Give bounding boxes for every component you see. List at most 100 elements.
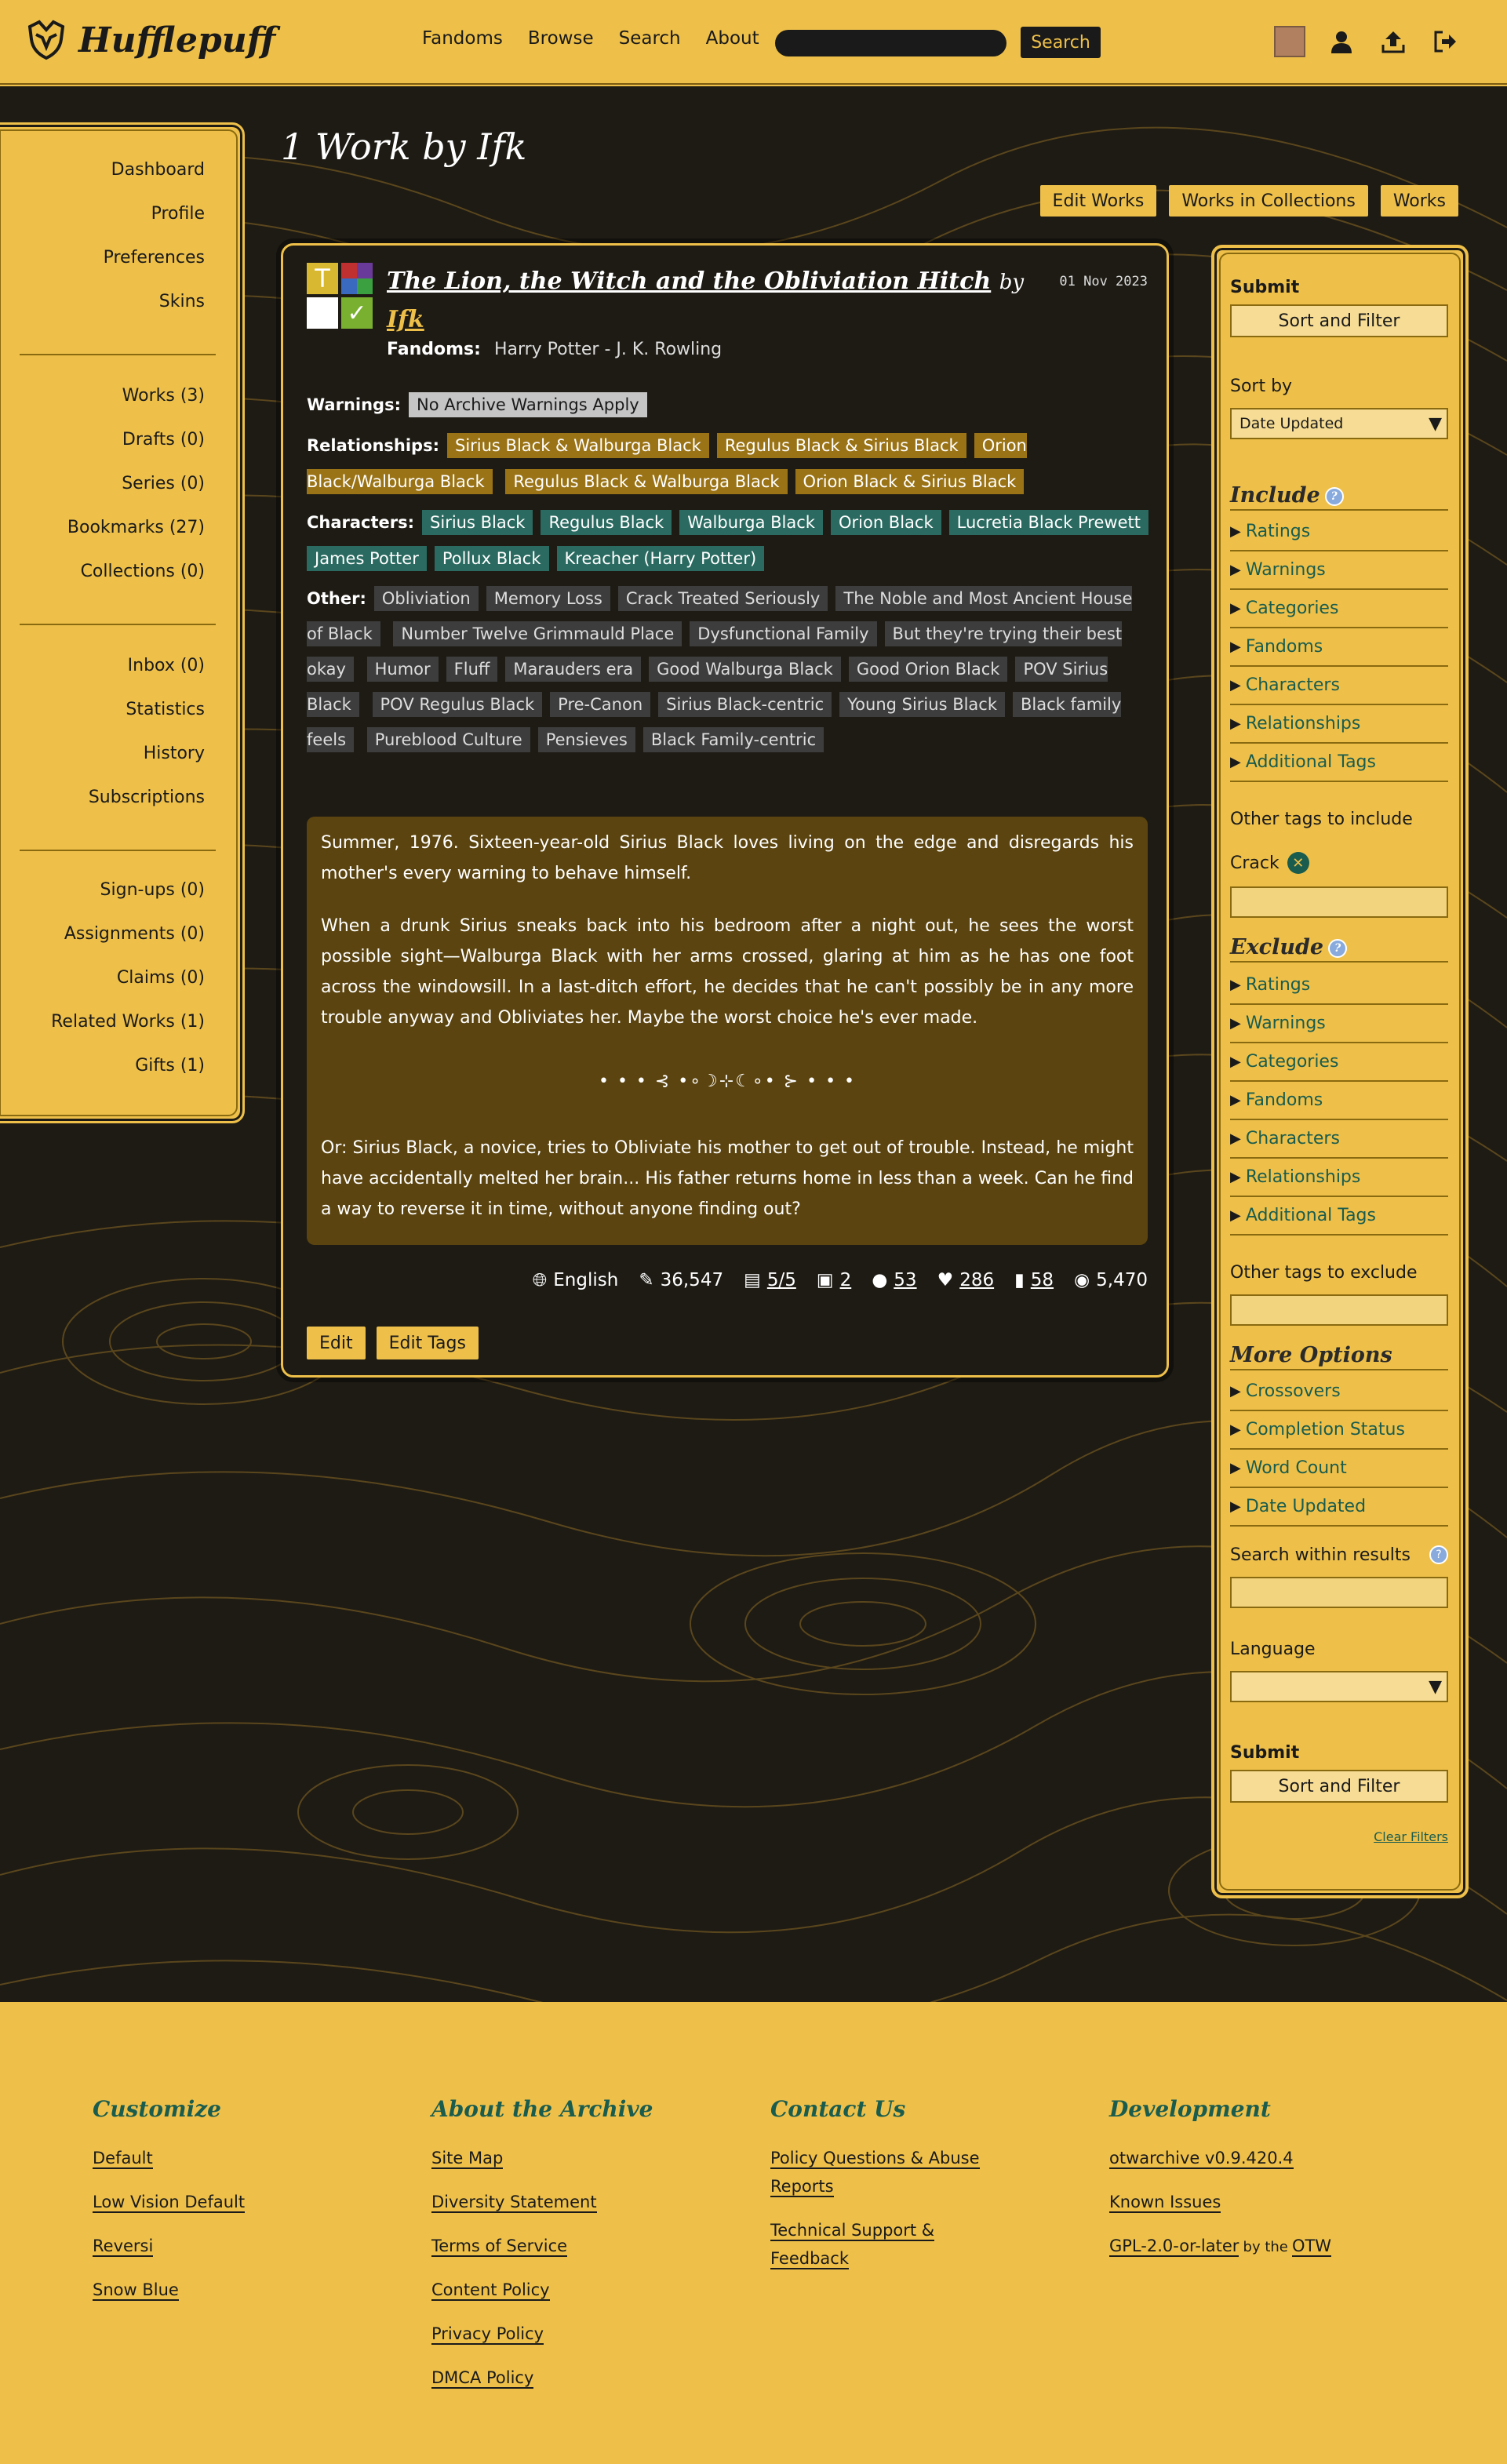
freeform-tag[interactable]: Marauders era <box>505 657 642 682</box>
character-tag[interactable]: Orion Black <box>830 510 941 535</box>
include-warnings[interactable]: ▶ Warnings <box>1230 551 1448 590</box>
complete-icon[interactable]: ✓ <box>341 297 373 329</box>
author-link[interactable]: Ifk <box>387 306 424 333</box>
exclude-additional-tags[interactable]: ▶ Additional Tags <box>1230 1197 1448 1236</box>
chapters-value[interactable]: 5/5 <box>767 1270 796 1290</box>
kudos-value[interactable]: 286 <box>959 1270 994 1290</box>
include-additional-tags[interactable]: ▶ Additional Tags <box>1230 744 1448 782</box>
freeform-tag[interactable]: Sirius Black-centric <box>658 692 832 717</box>
freeform-tag[interactable]: Black Family-centric <box>642 727 824 752</box>
sidebar-item-related-works[interactable]: Related Works (1) <box>51 1000 205 1044</box>
license-link[interactable]: GPL-2.0-or-later <box>1109 2237 1239 2257</box>
collections-value[interactable]: 2 <box>840 1270 852 1290</box>
known-issues-link[interactable]: Known Issues <box>1109 2193 1221 2213</box>
nav-about[interactable]: About <box>706 28 759 49</box>
no-warnings-icon[interactable] <box>307 297 338 329</box>
sidebar-item-subscriptions[interactable]: Subscriptions <box>89 776 205 820</box>
help-icon[interactable]: ? <box>1324 486 1344 506</box>
sidebar-item-signups[interactable]: Sign-ups (0) <box>51 868 205 912</box>
exclude-characters[interactable]: ▶ Characters <box>1230 1120 1448 1159</box>
character-tag[interactable]: James Potter <box>307 546 427 571</box>
exclude-tags-input[interactable] <box>1230 1294 1448 1326</box>
rating-teen-icon[interactable]: T <box>307 263 338 294</box>
freeform-tag[interactable]: Dysfunctional Family <box>690 621 877 646</box>
sidebar-item-drafts[interactable]: Drafts (0) <box>67 418 205 462</box>
sidebar-item-gifts[interactable]: Gifts (1) <box>51 1044 205 1088</box>
language-select[interactable]: ▼ <box>1230 1671 1448 1702</box>
skin-reversi-link[interactable]: Reversi <box>93 2237 154 2257</box>
freeform-tag[interactable]: Crack Treated Seriously <box>617 586 828 611</box>
sidebar-item-bookmarks[interactable]: Bookmarks (27) <box>67 506 205 550</box>
help-icon[interactable]: ? <box>1429 1545 1448 1564</box>
otwarchive-version-link[interactable]: otwarchive v0.9.420.4 <box>1109 2149 1294 2169</box>
freeform-tag[interactable]: Pensieves <box>537 727 635 752</box>
sidebar-item-claims[interactable]: Claims (0) <box>51 956 205 1000</box>
freeform-tag[interactable]: Humor <box>366 657 439 682</box>
avatar[interactable] <box>1274 26 1305 57</box>
freeform-tag[interactable]: Fluff <box>446 657 498 682</box>
freeform-tag[interactable]: Young Sirius Black <box>839 692 1006 717</box>
clear-filters-link[interactable]: Clear Filters <box>1374 1829 1448 1844</box>
crossovers-filter[interactable]: ▶ Crossovers <box>1230 1373 1448 1411</box>
include-tags-input[interactable] <box>1230 886 1448 918</box>
sidebar-item-preferences[interactable]: Preferences <box>104 236 205 280</box>
sidebar-item-dashboard[interactable]: Dashboard <box>104 148 205 192</box>
work-title-link[interactable]: The Lion, the Witch and the Obliviation … <box>387 268 991 295</box>
sidebar-item-statistics[interactable]: Statistics <box>89 688 205 732</box>
edit-tags-button[interactable]: Edit Tags <box>376 1327 479 1359</box>
freeform-tag[interactable]: Good Walburga Black <box>649 657 841 682</box>
sidebar-item-series[interactable]: Series (0) <box>67 462 205 506</box>
exclude-warnings[interactable]: ▶ Warnings <box>1230 1005 1448 1043</box>
logout-icon[interactable] <box>1429 26 1461 57</box>
edit-button[interactable]: Edit <box>307 1327 366 1359</box>
freeform-tag[interactable]: Obliviation <box>373 586 479 611</box>
remove-tag-icon[interactable]: ✕ <box>1287 852 1309 874</box>
works-in-collections-button[interactable]: Works in Collections <box>1169 185 1368 217</box>
sort-filter-button[interactable]: Sort and Filter <box>1230 304 1448 337</box>
skin-snow-blue-link[interactable]: Snow Blue <box>93 2280 179 2301</box>
character-tag[interactable]: Kreacher (Harry Potter) <box>556 546 765 571</box>
sidebar-item-inbox[interactable]: Inbox (0) <box>89 644 205 688</box>
character-tag[interactable]: Regulus Black <box>541 510 672 535</box>
edit-works-button[interactable]: Edit Works <box>1039 185 1157 217</box>
include-relationships[interactable]: ▶ Relationships <box>1230 705 1448 744</box>
content-policy-link[interactable]: Content Policy <box>431 2280 550 2301</box>
comments-value[interactable]: 53 <box>894 1270 916 1290</box>
search-within-input[interactable] <box>1230 1577 1448 1608</box>
technical-support-link[interactable]: Technical Support & Feedback <box>770 2221 935 2269</box>
nav-browse[interactable]: Browse <box>528 28 594 49</box>
bookmarks-value[interactable]: 58 <box>1031 1270 1054 1290</box>
include-characters[interactable]: ▶ Characters <box>1230 667 1448 705</box>
freeform-tag[interactable]: Good Orion Black <box>848 657 1008 682</box>
relationship-tag[interactable]: Regulus Black & Walburga Black <box>505 469 788 494</box>
character-tag[interactable]: Sirius Black <box>422 510 533 535</box>
help-icon[interactable]: ? <box>1328 938 1348 958</box>
user-icon[interactable] <box>1326 26 1357 57</box>
category-multi-icon[interactable] <box>341 263 373 294</box>
privacy-policy-link[interactable]: Privacy Policy <box>431 2324 544 2345</box>
include-fandoms[interactable]: ▶ Fandoms <box>1230 628 1448 667</box>
include-categories[interactable]: ▶ Categories <box>1230 590 1448 628</box>
character-tag[interactable]: Pollux Black <box>434 546 549 571</box>
freeform-tag[interactable]: Pureblood Culture <box>366 727 530 752</box>
exclude-relationships[interactable]: ▶ Relationships <box>1230 1159 1448 1197</box>
character-tag[interactable]: Lucretia Black Prewett <box>948 510 1148 535</box>
search-button[interactable]: Search <box>1021 27 1101 58</box>
exclude-categories[interactable]: ▶ Categories <box>1230 1043 1448 1082</box>
site-map-link[interactable]: Site Map <box>431 2149 504 2169</box>
exclude-ratings[interactable]: ▶ Ratings <box>1230 966 1448 1005</box>
sidebar-item-history[interactable]: History <box>89 732 205 776</box>
freeform-tag[interactable]: Pre-Canon <box>550 692 651 717</box>
fandom-tag[interactable]: Harry Potter - J. K. Rowling <box>494 340 722 359</box>
nav-fandoms[interactable]: Fandoms <box>422 28 503 49</box>
terms-of-service-link[interactable]: Terms of Service <box>431 2237 568 2257</box>
sort-by-select[interactable]: Date Updated ▼ <box>1230 408 1448 439</box>
works-button[interactable]: Works <box>1380 185 1458 217</box>
sidebar-item-assignments[interactable]: Assignments (0) <box>51 912 205 956</box>
diversity-statement-link[interactable]: Diversity Statement <box>431 2193 597 2213</box>
character-tag[interactable]: Walburga Black <box>679 510 823 535</box>
exclude-fandoms[interactable]: ▶ Fandoms <box>1230 1082 1448 1120</box>
freeform-tag[interactable]: Number Twelve Grimmauld Place <box>393 621 683 646</box>
word-count-filter[interactable]: ▶ Word Count <box>1230 1450 1448 1488</box>
skin-default-link[interactable]: Default <box>93 2149 153 2169</box>
